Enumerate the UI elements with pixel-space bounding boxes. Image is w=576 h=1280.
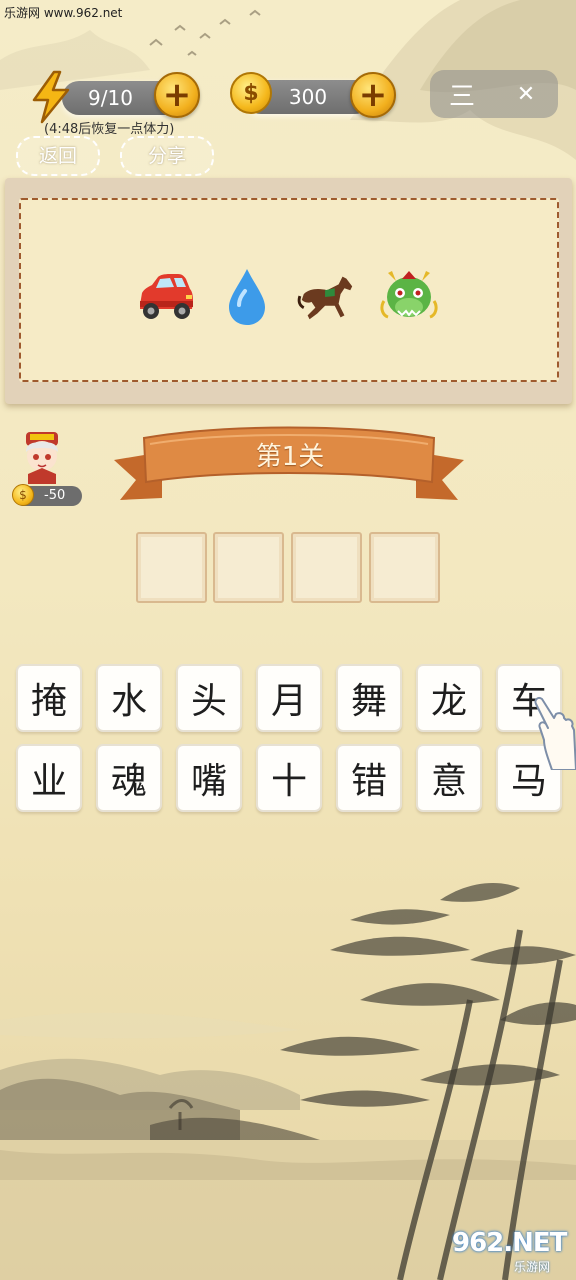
char-tile[interactable]: 月 <box>256 664 322 732</box>
add-energy-button[interactable]: + <box>154 72 200 118</box>
menu-icon[interactable]: 三 <box>430 70 494 118</box>
lightning-icon <box>32 70 70 124</box>
site-logo-watermark: 962.NET 乐游网 <box>452 1228 572 1276</box>
coin-value: 300 <box>288 85 328 109</box>
char-tile[interactable]: 龙 <box>416 664 482 732</box>
char-tile[interactable]: 错 <box>336 744 402 812</box>
char-tile[interactable]: 十 <box>256 744 322 812</box>
char-tile[interactable]: 水 <box>96 664 162 732</box>
coin-icon: $ <box>12 484 34 506</box>
energy-recover-text: (4:48后恢复一点体力) <box>44 122 175 137</box>
answer-slot-3[interactable] <box>291 532 362 603</box>
dragon-icon <box>378 266 440 328</box>
site-watermark: 乐游网 www.962.net <box>4 6 123 20</box>
level-title: 第1关 <box>255 442 325 472</box>
answer-slot-4[interactable] <box>369 532 440 603</box>
answer-slot-1[interactable] <box>136 532 207 603</box>
back-button[interactable]: 返回 <box>16 136 100 176</box>
top-right-controls: 三 ✕ <box>430 70 558 118</box>
share-button[interactable]: 分享 <box>120 136 214 176</box>
hint-cost-pill: $ -50 <box>12 484 82 506</box>
char-tile[interactable]: 舞 <box>336 664 402 732</box>
energy-value: 9/10 <box>88 86 133 110</box>
horse-icon <box>296 266 358 328</box>
char-tile[interactable]: 嘴 <box>176 744 242 812</box>
logo-sub-text: 乐游网 <box>514 1260 551 1274</box>
avatar-hint-character[interactable] <box>18 430 66 484</box>
char-tile[interactable]: 头 <box>176 664 242 732</box>
water-drop-icon <box>216 266 278 328</box>
coin-icon: $ <box>230 72 272 114</box>
close-icon[interactable]: ✕ <box>494 70 558 118</box>
char-tile[interactable]: 业 <box>16 744 82 812</box>
puzzle-clue-area <box>19 198 559 382</box>
car-icon <box>134 266 196 328</box>
logo-main-text: 962.NET <box>452 1228 567 1258</box>
pointing-hand-icon <box>534 696 576 770</box>
hint-cost-value: -50 <box>44 488 66 503</box>
add-coins-button[interactable]: + <box>350 72 396 118</box>
answer-slot-2[interactable] <box>213 532 284 603</box>
char-tile[interactable]: 意 <box>416 744 482 812</box>
char-tile[interactable]: 掩 <box>16 664 82 732</box>
char-tile[interactable]: 魂 <box>96 744 162 812</box>
